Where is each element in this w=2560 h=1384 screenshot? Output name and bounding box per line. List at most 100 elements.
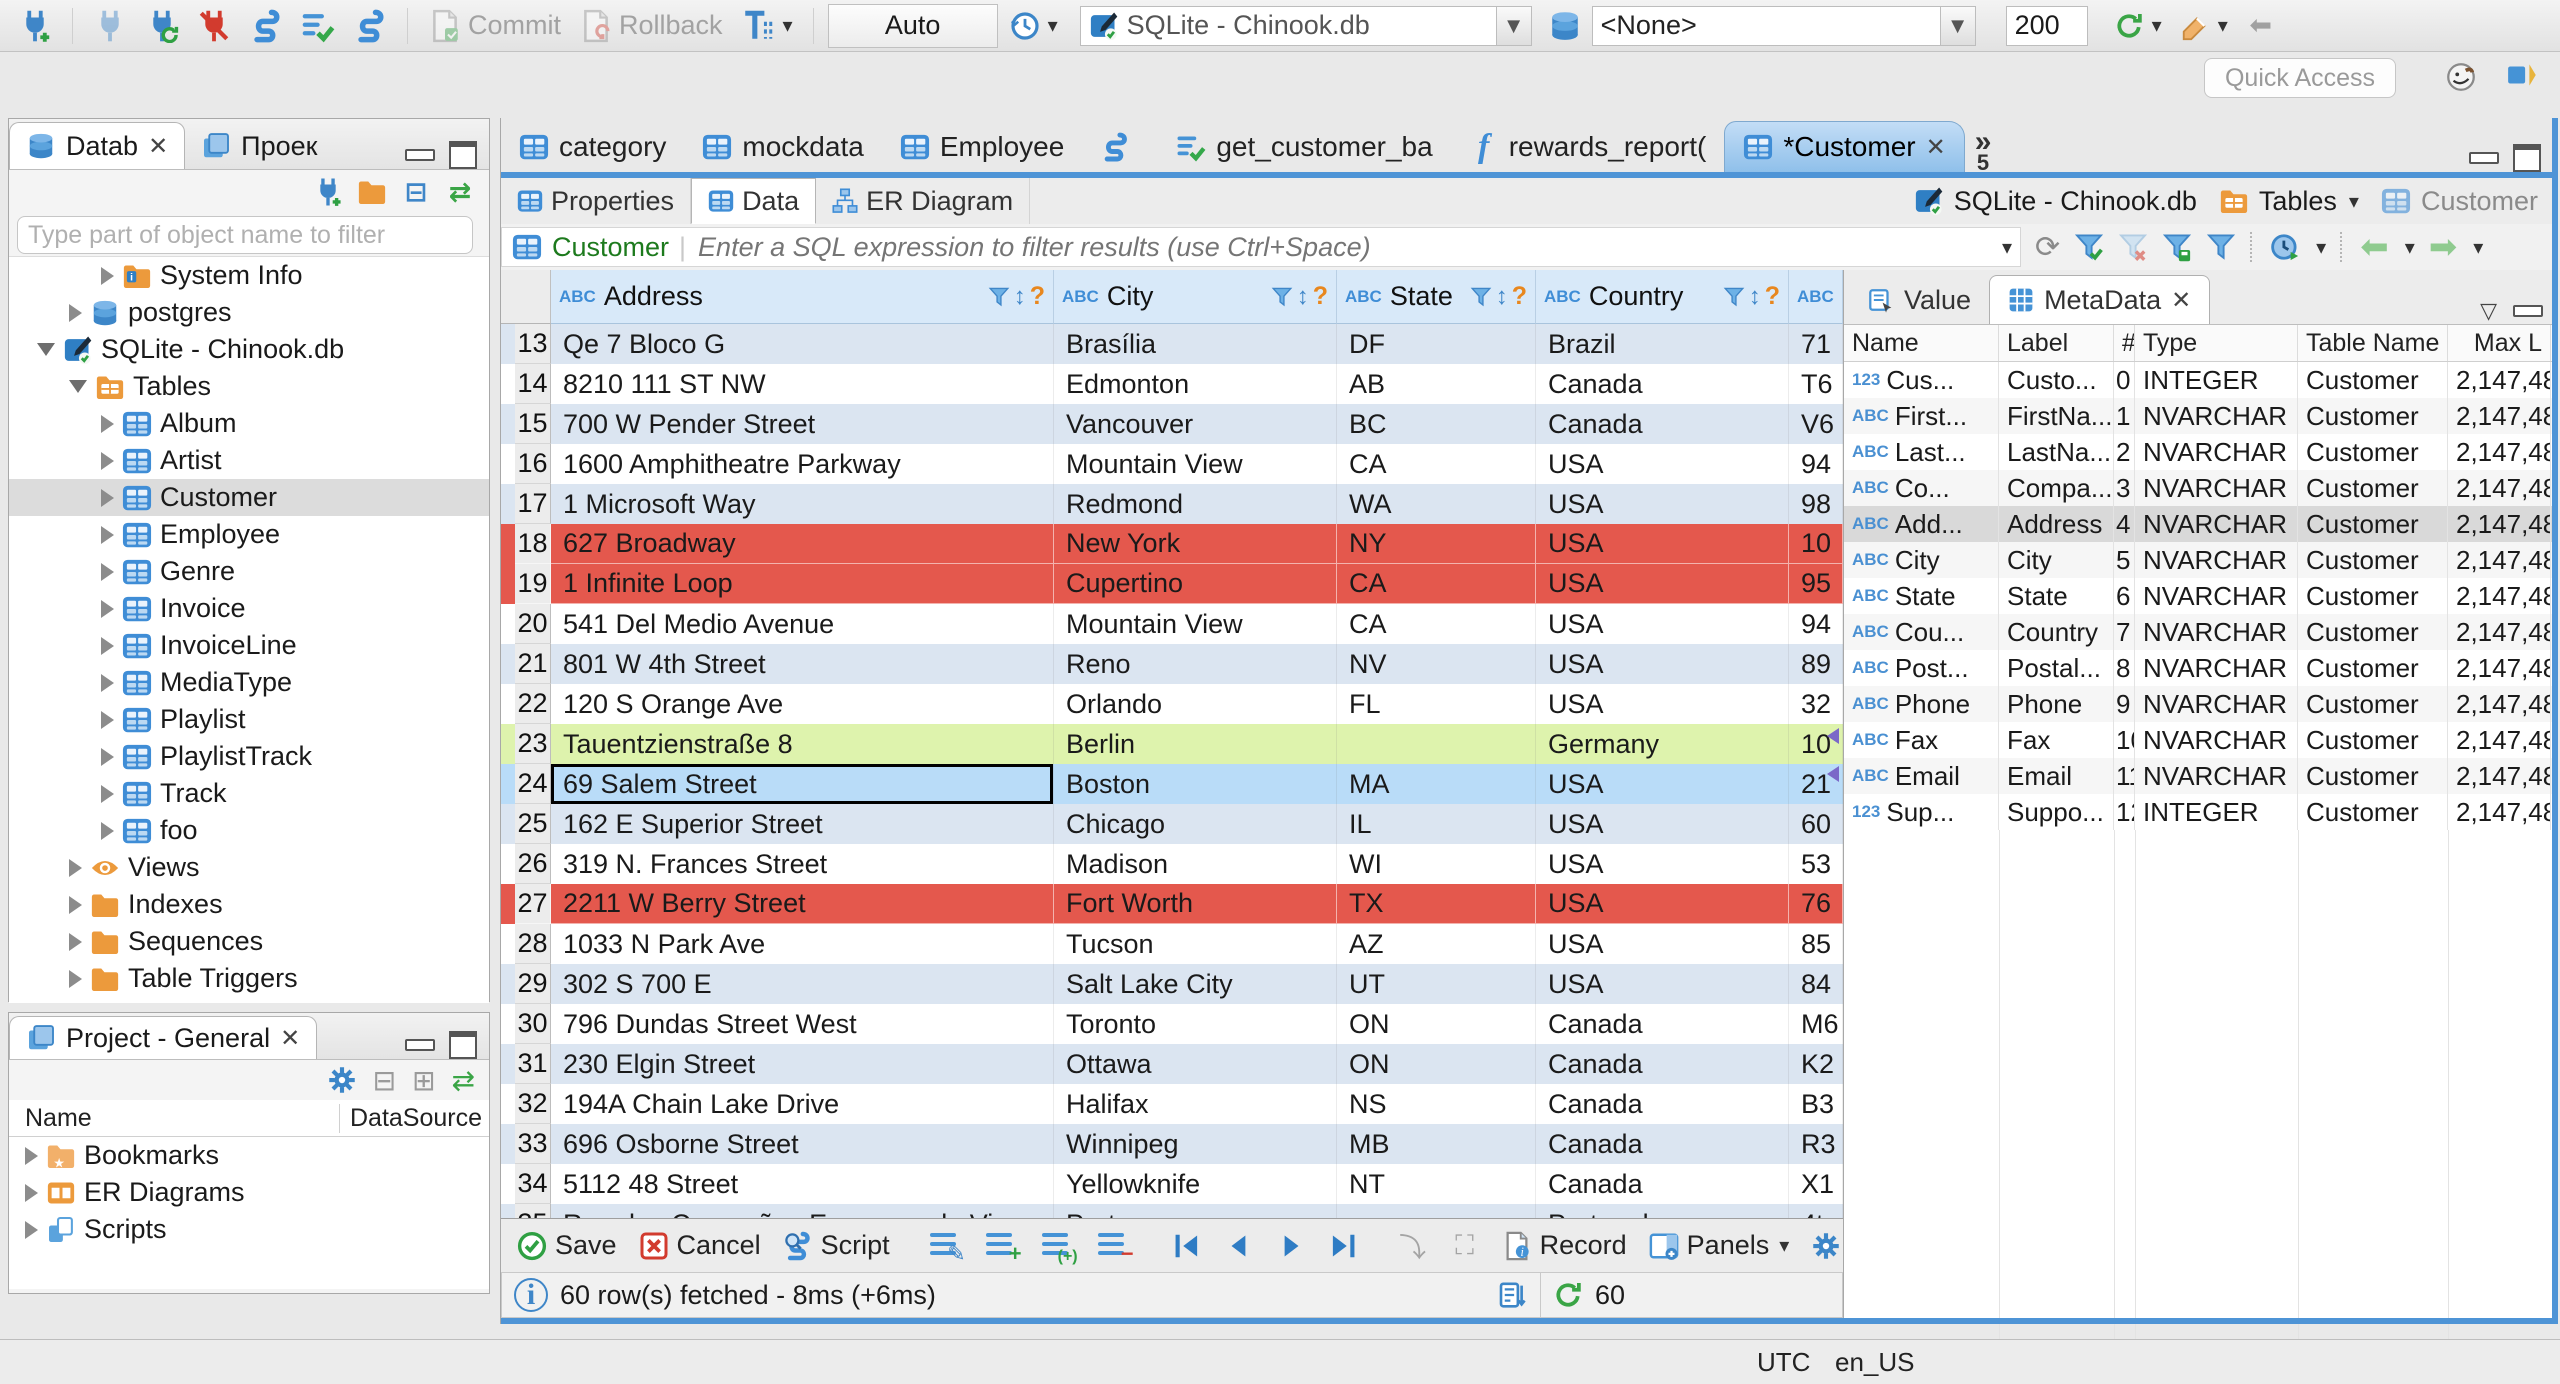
cell-postalcode[interactable]: K2 xyxy=(1789,1044,1843,1084)
cell-country[interactable]: USA xyxy=(1536,484,1789,524)
cell-country[interactable]: Canada xyxy=(1536,364,1789,404)
row-number[interactable]: 35 xyxy=(515,1204,551,1218)
meta-row-firstna-[interactable]: ABC First... FirstNa... 1 NVARCHAR Customer 2,… xyxy=(1844,398,2553,434)
cell-country[interactable]: USA xyxy=(1536,924,1789,964)
tab-project-general[interactable]: Project - General ✕ xyxy=(9,1016,318,1059)
commit-button[interactable]: Commit xyxy=(422,4,567,48)
cell-city[interactable]: Orlando xyxy=(1054,684,1337,724)
cell-city[interactable]: Brasília xyxy=(1054,324,1337,364)
fetch-all-button[interactable]: ⛶ xyxy=(1444,1229,1486,1263)
meta-row-address[interactable]: ABC Add... Address 4 NVARCHAR Customer 2,147,4… xyxy=(1844,506,2553,542)
cell-state[interactable]: AB xyxy=(1337,364,1536,404)
cell-address[interactable]: 230 Elgin Street xyxy=(551,1044,1054,1084)
cell-country[interactable]: Canada xyxy=(1536,404,1789,444)
meta-column-header-type[interactable]: Type xyxy=(2135,325,2298,361)
cell-state[interactable]: IL xyxy=(1337,804,1536,844)
filter-apply-icon[interactable] xyxy=(2074,232,2104,262)
cell-postalcode[interactable]: 10 xyxy=(1789,524,1843,564)
navigator-filter-input[interactable] xyxy=(17,216,473,254)
expander-collapsed-icon[interactable] xyxy=(101,266,114,285)
expander-collapsed-icon[interactable] xyxy=(101,525,114,544)
sort-icon[interactable]: ↕ xyxy=(1496,283,1508,311)
expander-collapsed-icon[interactable] xyxy=(101,599,114,618)
cell-city[interactable]: Redmond xyxy=(1054,484,1337,524)
nav-forward-icon[interactable]: ➡ xyxy=(2429,227,2458,267)
tree-item-invoiceline[interactable]: InvoiceLine xyxy=(9,627,489,664)
expander-collapsed-icon[interactable] xyxy=(101,710,114,729)
quick-access-input[interactable]: Quick Access xyxy=(2204,58,2396,98)
cell-state[interactable]: WI xyxy=(1337,844,1536,884)
txn-history-button[interactable]: ▾ xyxy=(1004,4,1064,48)
cell-postalcode[interactable]: 89 xyxy=(1789,644,1843,684)
cell-postalcode[interactable]: 76 xyxy=(1789,884,1843,924)
row-number[interactable]: 19 xyxy=(515,564,551,604)
cell-country[interactable]: USA xyxy=(1536,844,1789,884)
sql-editor-button[interactable] xyxy=(243,4,289,48)
cell-address[interactable]: 1600 Amphitheatre Parkway xyxy=(551,444,1054,484)
minimize-icon[interactable] xyxy=(2469,152,2499,164)
row-number[interactable]: 22 xyxy=(515,684,551,724)
subtab-data[interactable]: Data xyxy=(691,178,817,224)
row-number[interactable]: 30 xyxy=(515,1004,551,1044)
cell-address[interactable]: Rua dos Campeões Europeus de Viena, 4350 xyxy=(551,1204,1054,1218)
cell-state[interactable]: DF xyxy=(1337,324,1536,364)
meta-row-state[interactable]: ABCStateState6NVARCHARCustomer2,147,483 xyxy=(1844,578,2553,614)
cell-address[interactable]: 319 N. Frances Street xyxy=(551,844,1054,884)
row-number[interactable]: 17 xyxy=(515,484,551,524)
transaction-log-button[interactable]: ▾ xyxy=(735,4,799,48)
cell-city[interactable]: Boston xyxy=(1054,764,1337,804)
cell-city[interactable]: New York xyxy=(1054,524,1337,564)
txn-mode-button[interactable]: Auto xyxy=(827,3,998,48)
cell-postalcode[interactable]: R3 xyxy=(1789,1124,1843,1164)
tree-item-postgres[interactable]: postgres xyxy=(9,294,489,331)
cell-country[interactable]: Canada xyxy=(1536,1044,1789,1084)
tree-item-employee[interactable]: Employee xyxy=(9,516,489,553)
minimize-icon[interactable] xyxy=(405,149,435,161)
expander-collapsed-icon[interactable] xyxy=(25,1146,38,1165)
tab-database-navigator[interactable]: Datab ✕ xyxy=(9,122,186,169)
meta-column-header-max-l[interactable]: Max L xyxy=(2448,325,2551,361)
expander-collapsed-icon[interactable] xyxy=(101,673,114,692)
cell-state[interactable]: ON xyxy=(1337,1044,1536,1084)
fetch-page-button[interactable]: ⤵ xyxy=(1392,1229,1434,1263)
connection-combo[interactable]: SQLite - Chinook.db ▼ xyxy=(1079,5,1532,46)
cell-postalcode[interactable]: 71 xyxy=(1789,324,1843,364)
expander-collapsed-icon[interactable] xyxy=(101,562,114,581)
row-number[interactable]: 15 xyxy=(515,404,551,444)
meta-row-custo-[interactable]: 123 Cus... Custo... 0 INTEGER Customer 2,147,4… xyxy=(1844,362,2553,398)
breadcrumb-connection[interactable]: SQLite - Chinook.db xyxy=(1954,186,2197,217)
cell-city[interactable]: Winnipeg xyxy=(1054,1124,1337,1164)
cell-address[interactable]: 69 Salem Street xyxy=(551,764,1054,804)
tree-item-invoice[interactable]: Invoice xyxy=(9,590,489,627)
previous-row-button[interactable] xyxy=(1218,1229,1260,1263)
cell-postalcode[interactable]: 4t xyxy=(1789,1204,1843,1218)
add-row-button[interactable]: + xyxy=(980,1229,1026,1264)
cell-state[interactable]: TX xyxy=(1337,884,1536,924)
grid-corner[interactable] xyxy=(501,270,551,324)
script-button[interactable]: Script xyxy=(777,1228,896,1263)
close-icon[interactable]: ✕ xyxy=(1926,133,1946,162)
cell-state[interactable] xyxy=(1337,724,1536,764)
cell-state[interactable]: NT xyxy=(1337,1164,1536,1204)
link-editor-icon[interactable]: ⇄ xyxy=(452,1064,475,1097)
link-editor-icon[interactable]: ⇄ xyxy=(445,177,475,207)
editor-tab-mockdata[interactable]: mockdata xyxy=(684,122,881,172)
edit-row-button[interactable]: ✎ xyxy=(924,1229,970,1264)
cell-state[interactable]: ON xyxy=(1337,1004,1536,1044)
cell-city[interactable]: Cupertino xyxy=(1054,564,1337,604)
minimize-icon[interactable] xyxy=(2513,305,2543,317)
tree-item-track[interactable]: Track xyxy=(9,775,489,812)
cell-state[interactable] xyxy=(1337,1204,1536,1218)
cell-country[interactable]: USA xyxy=(1536,964,1789,1004)
tree-item-sqlite-chinook-db[interactable]: SQLite - Chinook.db xyxy=(9,331,489,368)
row-number[interactable]: 29 xyxy=(515,964,551,1004)
last-row-button[interactable] xyxy=(1322,1229,1364,1263)
cell-address[interactable]: 2211 W Berry Street xyxy=(551,884,1054,924)
expander-expanded-icon[interactable] xyxy=(69,380,87,393)
folder-icon[interactable] xyxy=(357,177,387,207)
tree-item-album[interactable]: Album xyxy=(9,405,489,442)
expander-collapsed-icon[interactable] xyxy=(25,1183,38,1202)
sort-icon[interactable]: ↕ xyxy=(1014,283,1026,311)
cell-city[interactable]: Chicago xyxy=(1054,804,1337,844)
cell-state[interactable]: CA xyxy=(1337,604,1536,644)
